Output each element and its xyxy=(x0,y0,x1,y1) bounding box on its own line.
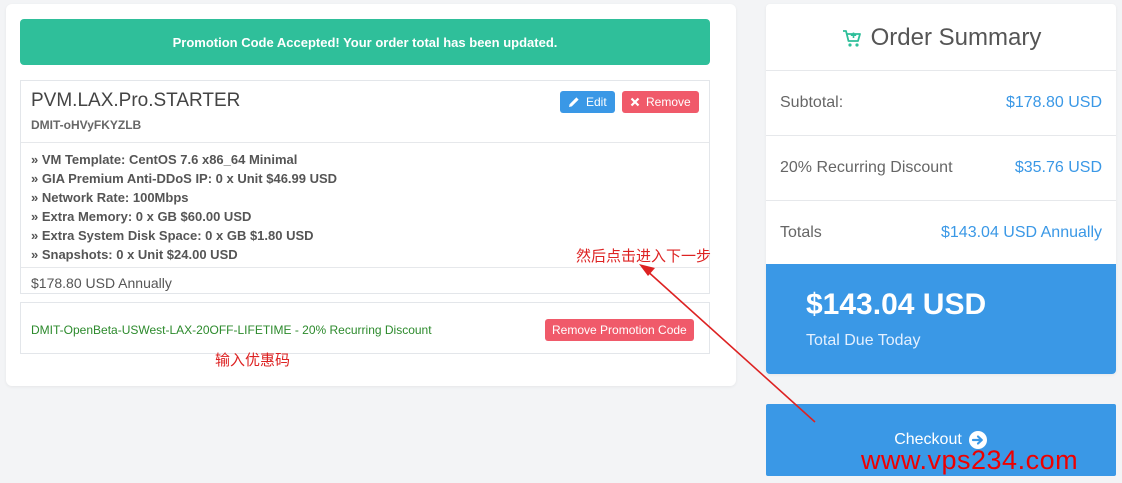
alert-message: Promotion Code Accepted! Your order tota… xyxy=(172,34,558,50)
config-option: » Network Rate: 100Mbps xyxy=(31,190,189,205)
summary-row-discount: 20% Recurring Discount $35.76 USD xyxy=(766,135,1116,199)
pencil-icon xyxy=(569,97,579,107)
close-icon xyxy=(630,97,640,107)
product-name: PVM.LAX.Pro.STARTER xyxy=(31,90,241,111)
edit-button-label: Edit xyxy=(586,95,607,109)
product-price: $178.80 USD Annually xyxy=(31,275,172,291)
total-due-amount: $143.04 USD xyxy=(806,288,987,321)
summary-label: 20% Recurring Discount xyxy=(780,158,953,176)
product-domain: DMIT-oHVyFKYZLB xyxy=(31,118,142,132)
config-option: » VM Template: CentOS 7.6 x86_64 Minimal xyxy=(31,152,298,167)
summary-row-subtotal: Subtotal: $178.80 USD xyxy=(766,70,1116,134)
config-options-list: » VM Template: CentOS 7.6 x86_64 Minimal… xyxy=(31,150,337,264)
config-option: » GIA Premium Anti-DDoS IP: 0 x Unit $46… xyxy=(31,171,338,186)
watermark-text: www.vps234.com xyxy=(861,445,1079,475)
edit-button[interactable]: Edit xyxy=(560,91,615,113)
annotation-click-next: 然后点击进入下一步 xyxy=(576,248,712,265)
annotation-enter-promo: 输入优惠码 xyxy=(215,352,291,369)
config-option: » Extra Memory: 0 x GB $60.00 USD xyxy=(31,209,252,224)
config-option: » Snapshots: 0 x Unit $24.00 USD xyxy=(31,247,238,262)
promo-code-text: DMIT-OpenBeta-USWest-LAX-20OFF-LIFETIME … xyxy=(31,323,432,337)
total-due-box: $143.04 USD Total Due Today xyxy=(766,264,1116,374)
summary-value: $35.76 USD xyxy=(1014,158,1102,176)
remove-promo-button[interactable]: Remove Promotion Code xyxy=(545,319,694,341)
cart-icon xyxy=(842,30,861,47)
summary-label: Totals xyxy=(780,223,822,241)
remove-button-label: Remove xyxy=(646,95,691,109)
divider xyxy=(21,142,709,143)
summary-value: $178.80 USD xyxy=(1005,93,1102,111)
promo-success-alert: Promotion Code Accepted! Your order tota… xyxy=(20,19,710,65)
summary-row-totals: Totals $143.04 USD Annually xyxy=(766,200,1116,264)
total-due-label: Total Due Today xyxy=(806,332,921,349)
divider xyxy=(21,267,709,268)
promo-code-box: DMIT-OpenBeta-USWest-LAX-20OFF-LIFETIME … xyxy=(20,302,710,354)
config-option: » Extra System Disk Space: 0 x GB $1.80 … xyxy=(31,228,314,243)
summary-label: Subtotal: xyxy=(780,93,844,111)
summary-value: $143.04 USD Annually xyxy=(941,223,1102,241)
order-summary-title: Order Summary xyxy=(870,24,1042,51)
order-summary-panel: Order Summary Subtotal: $178.80 USD 20% … xyxy=(766,4,1116,374)
remove-button[interactable]: Remove xyxy=(622,91,699,113)
order-summary-header: Order Summary xyxy=(766,20,1116,56)
